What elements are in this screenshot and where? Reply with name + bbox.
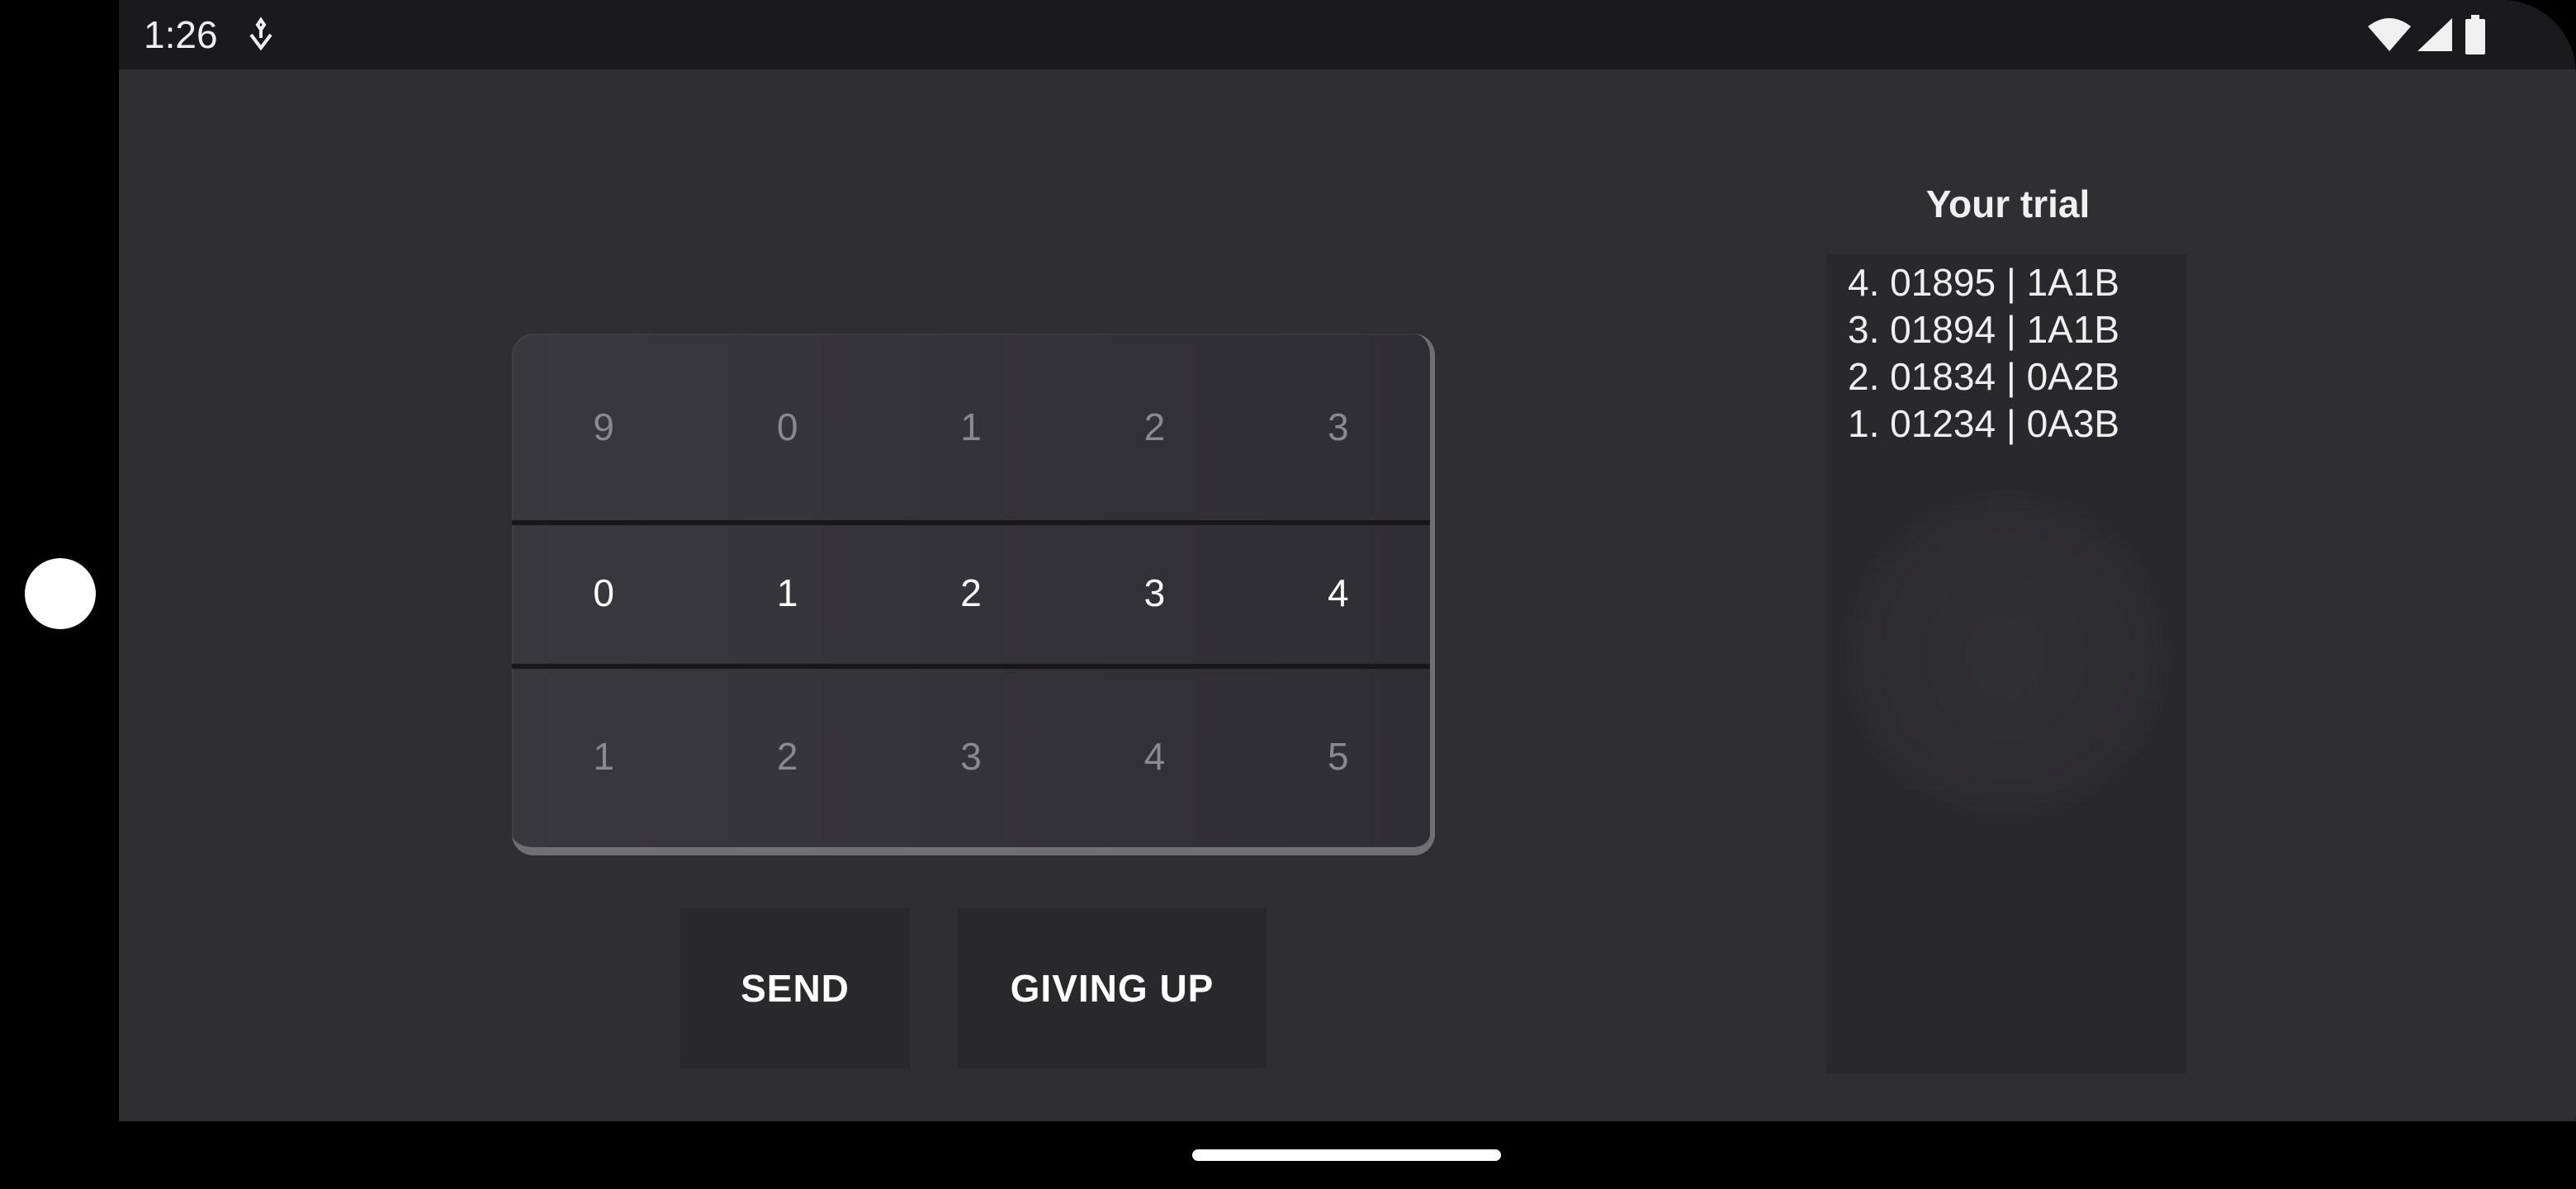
- wifi-icon: [2368, 18, 2411, 51]
- picker-digit[interactable]: 1: [512, 666, 695, 847]
- trial-entry: 3. 01894 | 1A1B: [1848, 308, 2120, 351]
- picker-digit[interactable]: 5: [1247, 666, 1430, 847]
- notification-icon: [249, 17, 272, 51]
- number-picker[interactable]: 9 0 1 2 3 0 1 2 3 4 1 2 3 4 5: [512, 334, 1435, 855]
- panel-glow: [1840, 489, 2173, 822]
- picker-digit[interactable]: 4: [1063, 666, 1246, 847]
- trial-list: 4. 01895 | 1A1B 3. 01894 | 1A1B 2. 01834…: [1848, 259, 2119, 448]
- device-frame: 1:26 9 0 1 2 3 0 1 2 3 4 1 2 3 4 5 SEND …: [0, 0, 2576, 1189]
- picker-digit[interactable]: 0: [695, 334, 878, 520]
- send-button[interactable]: SEND: [680, 908, 910, 1068]
- trial-history-panel[interactable]: 4. 01895 | 1A1B 3. 01894 | 1A1B 2. 01834…: [1826, 254, 2186, 1073]
- battery-icon: [2465, 15, 2485, 54]
- picker-digit-selected[interactable]: 4: [1247, 520, 1430, 666]
- picker-digit[interactable]: 3: [879, 666, 1063, 847]
- trial-entry: 4. 01895 | 1A1B: [1848, 261, 2120, 304]
- picker-digit-selected[interactable]: 3: [1063, 520, 1246, 666]
- signal-icon: [2417, 18, 2452, 51]
- picker-digit-selected[interactable]: 0: [512, 520, 695, 666]
- picker-digit[interactable]: 2: [695, 666, 878, 847]
- trial-entry: 1. 01234 | 0A3B: [1848, 402, 2120, 445]
- picker-digit-selected[interactable]: 1: [695, 520, 878, 666]
- trial-entry: 2. 01834 | 0A2B: [1848, 355, 2120, 398]
- picker-row-selected: 0 1 2 3 4: [512, 520, 1430, 666]
- status-bar: 1:26: [119, 0, 2576, 69]
- picker-row-previous: 9 0 1 2 3: [512, 334, 1430, 520]
- trial-title: Your trial: [1925, 182, 2091, 225]
- picker-digit-selected[interactable]: 2: [879, 520, 1063, 666]
- picker-row-next: 1 2 3 4 5: [512, 666, 1430, 847]
- app-screen: 1:26 9 0 1 2 3 0 1 2 3 4 1 2 3 4 5 SEND …: [119, 0, 2576, 1121]
- status-time: 1:26: [144, 13, 218, 56]
- picker-digit[interactable]: 1: [879, 334, 1063, 520]
- picker-digit[interactable]: 3: [1247, 334, 1430, 520]
- picker-digit[interactable]: 2: [1063, 334, 1246, 520]
- home-gesture-handle[interactable]: [1192, 1149, 1501, 1161]
- giving-up-button[interactable]: GIVING UP: [958, 908, 1267, 1068]
- camera-cutout: [25, 558, 96, 629]
- picker-digit[interactable]: 9: [512, 334, 695, 520]
